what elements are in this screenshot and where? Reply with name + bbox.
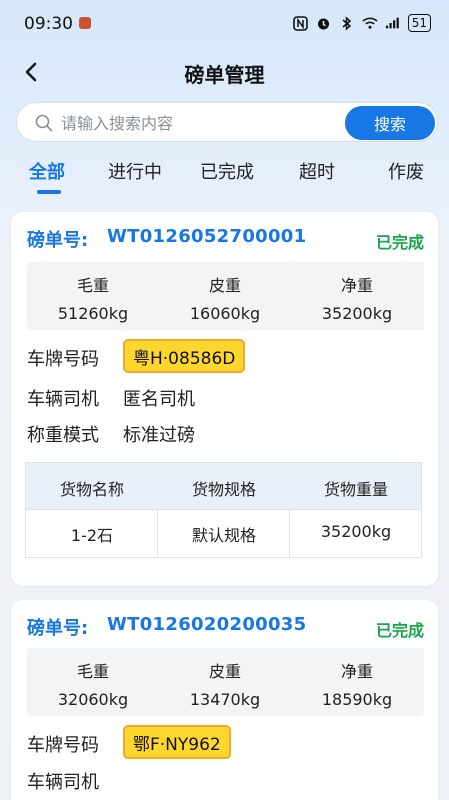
- weigh-ticket-card[interactable]: 磅单号: WT0126020200035 已完成 毛重 32060kg 皮重 1…: [11, 600, 438, 800]
- ticket-number: WT0126052700001: [107, 226, 307, 247]
- license-plate: 粤H·08586D: [123, 339, 246, 373]
- goods-cell-weight: 35200kg: [320, 522, 392, 541]
- goods-cell-name: 1-2石: [70, 526, 114, 545]
- net-weight-label: 净重: [340, 662, 373, 681]
- bluetooth-icon: [339, 15, 355, 31]
- ticket-number: WT0126020200035: [107, 614, 307, 635]
- status-bar: 09:30 51: [0, 0, 449, 50]
- page-title: 磅单管理: [184, 63, 265, 87]
- license-plate: 鄂F·NY962: [123, 725, 231, 759]
- status-tabs: 全部 进行中 已完成 超时 作废: [0, 152, 449, 194]
- gross-weight: 毛重 32060kg: [27, 648, 159, 716]
- search-button[interactable]: 搜索: [345, 106, 435, 140]
- tab-timeout[interactable]: 超时: [299, 158, 335, 184]
- gross-weight-label: 毛重: [76, 276, 109, 295]
- tab-in-progress[interactable]: 进行中: [108, 158, 162, 184]
- tab-all[interactable]: 全部: [29, 158, 65, 184]
- driver-row: 车辆司机 匿名司机: [27, 383, 407, 413]
- driver-label: 车辆司机: [27, 772, 99, 793]
- gross-weight-value: 51260kg: [57, 304, 129, 323]
- weighing-mode-label: 称重模式: [27, 425, 99, 446]
- gross-weight: 毛重 51260kg: [27, 262, 159, 330]
- card-header: 磅单号: WT0126020200035 已完成: [27, 614, 424, 640]
- net-weight: 净重 18590kg: [291, 648, 423, 716]
- tare-weight-label: 皮重: [208, 276, 241, 295]
- ticket-number-label: 磅单号:: [27, 618, 89, 639]
- goods-table: 货物名称 货物规格 货物重量 1-2石 默认规格 35200kg: [25, 462, 422, 558]
- status-time: 09:30: [24, 14, 73, 34]
- goods-header-weight: 货物重量: [323, 480, 388, 499]
- battery-icon: 51: [407, 14, 431, 32]
- net-weight-label: 净重: [340, 276, 373, 295]
- goods-cell-spec: 默认规格: [191, 526, 256, 545]
- alarm-icon: [316, 15, 332, 31]
- active-tab-indicator: [37, 190, 61, 194]
- weighing-mode-value: 标准过磅: [123, 425, 195, 446]
- search-bar: 搜索: [16, 102, 438, 142]
- goods-header-spec: 货物规格: [191, 480, 256, 499]
- goods-header-name: 货物名称: [59, 480, 124, 499]
- status-badge: 已完成: [375, 233, 424, 252]
- tare-weight-label: 皮重: [208, 662, 241, 681]
- search-icon: [35, 114, 53, 132]
- driver-row: 车辆司机: [27, 766, 407, 796]
- gross-weight-value: 32060kg: [57, 690, 129, 709]
- search-input[interactable]: [61, 109, 351, 137]
- weigh-ticket-card[interactable]: 磅单号: WT0126052700001 已完成 毛重 51260kg 皮重 1…: [11, 212, 438, 586]
- plate-row: 车牌号码 鄂F·NY962: [27, 725, 407, 759]
- weights-summary: 毛重 32060kg 皮重 13470kg 净重 18590kg: [27, 648, 424, 716]
- tare-weight: 皮重 16060kg: [159, 262, 291, 330]
- gross-weight-label: 毛重: [76, 662, 109, 681]
- tare-weight-value: 16060kg: [189, 304, 261, 323]
- net-weight-value: 18590kg: [321, 690, 393, 709]
- weights-summary: 毛重 51260kg 皮重 16060kg 净重 35200kg: [27, 262, 424, 330]
- net-weight: 净重 35200kg: [291, 262, 423, 330]
- plate-row: 车牌号码 粤H·08586D: [27, 339, 407, 373]
- plate-label: 车牌号码: [27, 349, 99, 370]
- plate-label: 车牌号码: [27, 735, 99, 756]
- nav-bar: 磅单管理: [0, 52, 449, 92]
- status-icons: 51: [293, 14, 431, 32]
- ticket-number-label: 磅单号:: [27, 230, 89, 251]
- wifi-icon: [362, 15, 378, 31]
- nfc-icon: [293, 15, 309, 31]
- goods-header-divider: [26, 509, 421, 510]
- driver-label: 车辆司机: [27, 389, 99, 410]
- app-notification-icon: [79, 17, 91, 29]
- driver-value: 匿名司机: [123, 389, 195, 410]
- tab-voided[interactable]: 作废: [388, 158, 424, 184]
- net-weight-value: 35200kg: [321, 304, 393, 323]
- signal-icon: [385, 15, 401, 31]
- weighing-mode-row: 称重模式 标准过磅: [27, 419, 407, 449]
- tare-weight: 皮重 13470kg: [159, 648, 291, 716]
- tare-weight-value: 13470kg: [189, 690, 261, 709]
- tab-completed[interactable]: 已完成: [200, 158, 254, 184]
- card-header: 磅单号: WT0126052700001 已完成: [27, 226, 424, 252]
- status-badge: 已完成: [375, 621, 424, 640]
